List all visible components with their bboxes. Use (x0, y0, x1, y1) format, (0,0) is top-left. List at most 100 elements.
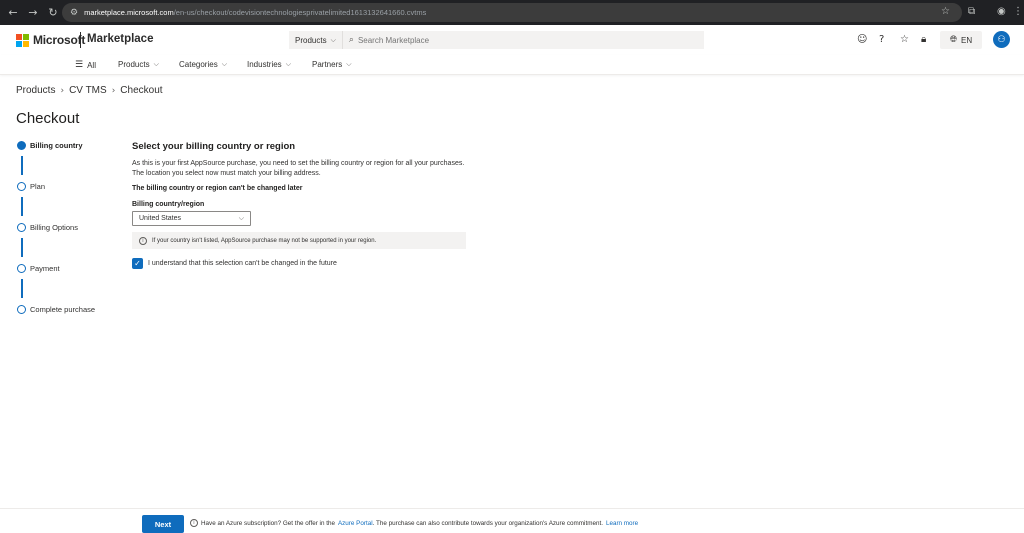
feedback-smiley-icon[interactable]: ☺ (857, 34, 867, 45)
chevron-down-icon: ⌵ (153, 60, 159, 68)
help-icon[interactable]: ? (879, 34, 884, 45)
info-icon: i (190, 519, 198, 527)
user-avatar[interactable]: ⚇ (993, 31, 1010, 48)
menu-icon[interactable]: ⋮ (1013, 6, 1023, 17)
hamburger-icon: ☰ (75, 60, 84, 70)
url-text: marketplace.microsoft.com/en-us/checkout… (84, 8, 427, 17)
footer-message: i Have an Azure subscription? Get the of… (190, 519, 638, 527)
acknowledge-label[interactable]: I understand that this selection can't b… (148, 260, 337, 267)
person-icon: ⚇ (997, 34, 1006, 45)
acknowledge-checkbox[interactable]: ✓ (132, 258, 143, 269)
step-label: Payment (30, 264, 60, 273)
nav-categories-label: Categories (179, 60, 218, 69)
info-message: i If your country isn't listed, AppSourc… (132, 232, 466, 249)
step-indicator-icon (17, 182, 26, 191)
nav-partners[interactable]: Partners ⌵ (312, 60, 352, 69)
acknowledge-row: ✓ I understand that this selection can't… (132, 258, 632, 269)
learn-more-link[interactable]: Learn more (606, 520, 638, 527)
nav-all-label: All (87, 60, 96, 70)
nav-all[interactable]: ☰ All (75, 60, 96, 70)
nav-products-label: Products (118, 60, 150, 69)
chevron-right-icon: › (60, 85, 65, 96)
logo-square-red (16, 34, 22, 40)
step-indicator-icon (17, 141, 26, 150)
forward-icon[interactable]: → (26, 6, 40, 19)
category-nav: ☰ All Products ⌵ Categories ⌵ Industries… (0, 55, 1024, 75)
step-billing-country[interactable]: Billing country (17, 140, 127, 181)
nav-categories[interactable]: Categories ⌵ (179, 60, 227, 69)
step-connector (21, 238, 23, 257)
microsoft-logo-icon[interactable] (16, 34, 29, 47)
search-scope-label: Products (295, 35, 327, 45)
search-input[interactable] (357, 35, 688, 45)
breadcrumb-products[interactable]: Products (16, 85, 55, 96)
footer-text-before: Have an Azure subscription? Get the offe… (201, 519, 335, 527)
breadcrumb: Products › CV TMS › Checkout (16, 85, 163, 96)
checkout-stepper: Billing country Plan Billing Options Pay… (17, 140, 127, 345)
brand-name[interactable]: Microsoft (33, 33, 85, 47)
step-indicator-icon (17, 223, 26, 232)
step-plan[interactable]: Plan (17, 181, 127, 222)
footer-action-bar: Next i Have an Azure subscription? Get t… (0, 508, 1024, 533)
logo-square-green (23, 34, 29, 40)
step-payment[interactable]: Payment (17, 263, 127, 304)
warning-text: The billing country or region can't be c… (132, 185, 303, 192)
bookmark-star-icon[interactable]: ☆ (941, 6, 950, 17)
step-label: Complete purchase (30, 305, 96, 314)
billing-country-form: Select your billing country or region As… (132, 141, 632, 269)
footer-text-after: . The purchase can also contribute towar… (372, 519, 603, 527)
info-text: If your country isn't listed, AppSource … (152, 237, 377, 244)
lock-icon[interactable]: 🔒︎ (921, 34, 926, 45)
browser-toolbar: ← → ↻ ⚙ marketplace.microsoft.com/en-us/… (0, 0, 1024, 25)
country-select[interactable]: United States ⌵ (132, 211, 251, 226)
site-info-icon[interactable]: ⚙ (70, 8, 78, 18)
language-button[interactable]: 🌐︎ EN (940, 31, 982, 49)
search-scope-dropdown[interactable]: Products ⌵ (289, 31, 343, 49)
nav-industries-label: Industries (247, 60, 282, 69)
step-indicator-icon (17, 305, 26, 314)
description-line-2: The location you select now must match y… (132, 170, 321, 177)
step-label: Plan (30, 182, 46, 191)
address-bar[interactable]: ⚙ marketplace.microsoft.com/en-us/checko… (62, 3, 962, 22)
chevron-down-icon: ⌵ (238, 214, 244, 222)
step-label: Billing country (30, 141, 83, 150)
next-button[interactable]: Next (142, 515, 184, 533)
description-line-1: As this is your first AppSource purchase… (132, 160, 465, 167)
section-heading: Select your billing country or region (132, 141, 296, 152)
azure-portal-link[interactable]: Azure Portal (338, 520, 373, 527)
chevron-down-icon: ⌵ (330, 35, 336, 44)
country-select-value: United States (139, 215, 182, 222)
product-name[interactable]: Marketplace (87, 33, 153, 45)
step-label: Billing Options (30, 223, 78, 232)
step-connector (21, 197, 23, 216)
extensions-icon[interactable]: ⧉ (968, 6, 975, 17)
nav-products[interactable]: Products ⌵ (118, 60, 159, 69)
site-header: Microsoft Marketplace Products ⌵ ⌕ ☺ ? ☆… (0, 25, 1024, 55)
country-field-label: Billing country/region (132, 201, 205, 208)
search-box: Products ⌵ ⌕ (289, 31, 704, 49)
favorites-star-icon[interactable]: ☆ (900, 34, 909, 45)
profile-icon[interactable]: ◉ (997, 6, 1006, 17)
reload-icon[interactable]: ↻ (46, 6, 60, 19)
step-billing-options[interactable]: Billing Options (17, 222, 127, 263)
breadcrumb-checkout: Checkout (120, 85, 163, 96)
search-icon: ⌕ (348, 35, 354, 45)
back-icon[interactable]: ← (6, 6, 20, 19)
brand-divider (80, 32, 81, 48)
breadcrumb-cv-tms[interactable]: CV TMS (69, 85, 107, 96)
chevron-down-icon: ⌵ (346, 60, 352, 68)
chevron-down-icon: ⌵ (221, 60, 227, 68)
page-title: Checkout (16, 110, 80, 127)
nav-partners-label: Partners (312, 60, 343, 69)
chevron-down-icon: ⌵ (285, 60, 291, 68)
globe-icon: 🌐︎ (949, 35, 958, 45)
language-label: EN (961, 35, 973, 45)
logo-square-blue (16, 41, 22, 47)
step-complete-purchase[interactable]: Complete purchase (17, 304, 127, 345)
chevron-right-icon: › (111, 85, 116, 96)
step-connector (21, 156, 23, 175)
step-indicator-icon (17, 264, 26, 273)
nav-industries[interactable]: Industries ⌵ (247, 60, 291, 69)
logo-square-yellow (23, 41, 29, 47)
info-icon: i (139, 236, 147, 245)
